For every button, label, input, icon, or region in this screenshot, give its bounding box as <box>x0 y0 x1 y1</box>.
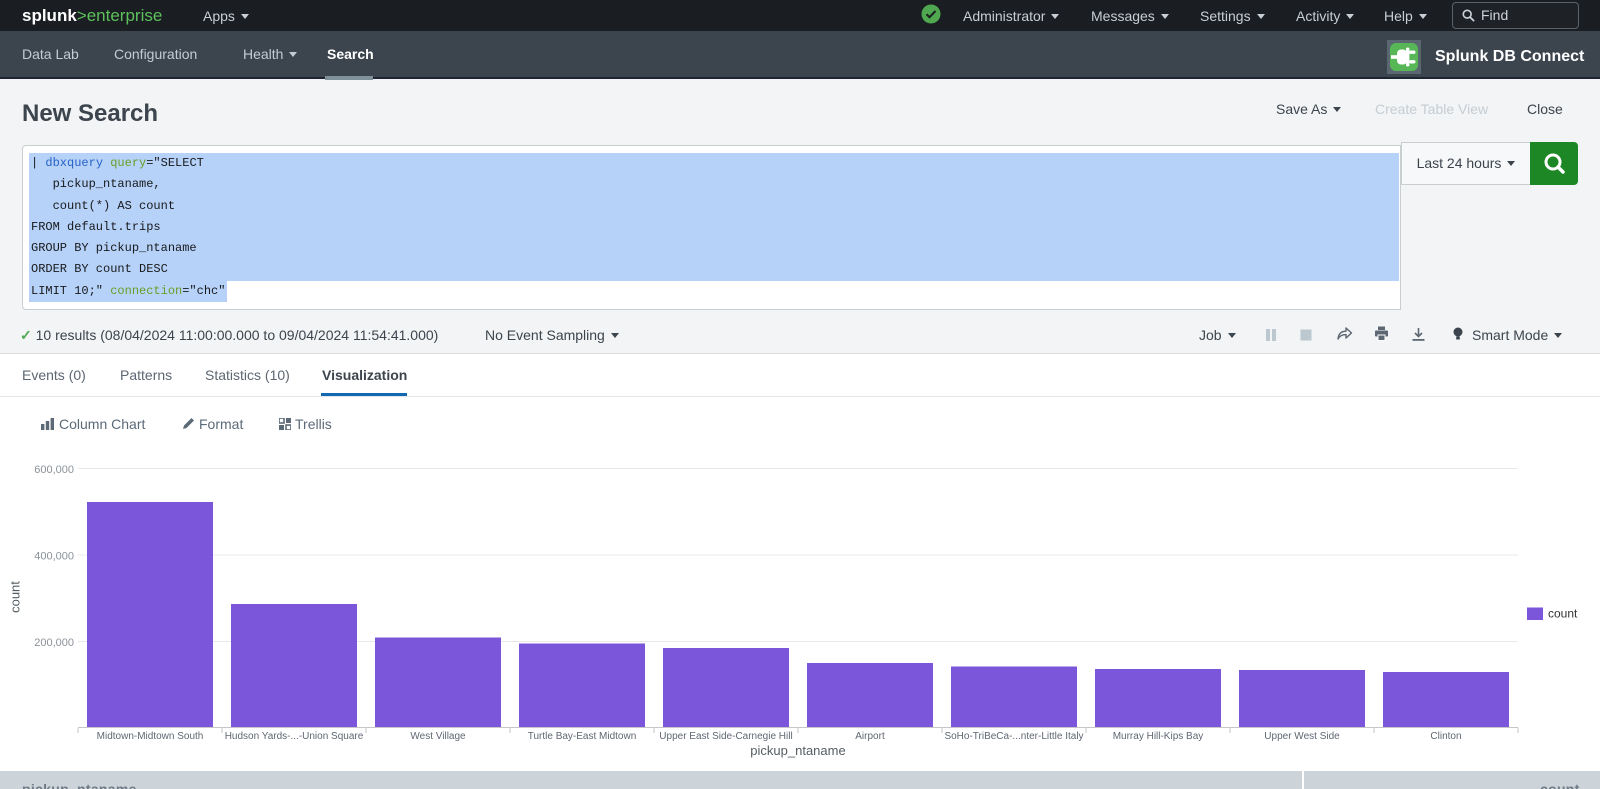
svg-text:Murray Hill-Kips Bay: Murray Hill-Kips Bay <box>1113 731 1204 742</box>
svg-text:Clinton: Clinton <box>1430 731 1461 742</box>
svg-text:West Village: West Village <box>410 731 466 742</box>
svg-text:200,000: 200,000 <box>34 637 74 649</box>
svg-text:Upper West Side: Upper West Side <box>1264 731 1340 742</box>
svg-text:Turtle Bay-East Midtown: Turtle Bay-East Midtown <box>528 731 637 742</box>
svg-text:count: count <box>8 581 23 613</box>
svg-text:SoHo-TriBeCa-...nter-Little It: SoHo-TriBeCa-...nter-Little Italy <box>944 731 1083 742</box>
svg-text:count: count <box>1548 607 1578 621</box>
svg-text:Hudson Yards-...-Union Square: Hudson Yards-...-Union Square <box>225 731 364 742</box>
svg-text:400,000: 400,000 <box>34 551 74 563</box>
svg-text:pickup_ntaname: pickup_ntaname <box>750 743 845 758</box>
svg-text:600,000: 600,000 <box>34 464 74 476</box>
svg-text:Airport: Airport <box>855 731 885 742</box>
svg-text:Midtown-Midtown South: Midtown-Midtown South <box>97 731 204 742</box>
svg-text:Upper East Side-Carnegie Hill: Upper East Side-Carnegie Hill <box>659 731 792 742</box>
